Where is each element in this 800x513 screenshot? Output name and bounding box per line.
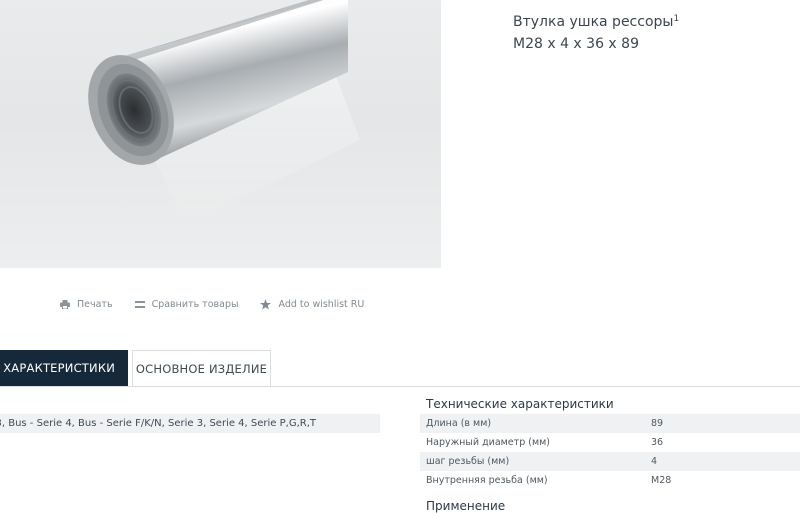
product-dimensions: M28 x 4 x 36 x 89 <box>513 36 639 52</box>
spec-row-internal-thread: Внутренняя резьба (мм) M28 <box>420 471 800 490</box>
footnote-marker: 1 <box>673 14 680 24</box>
spec-name: Длина (в мм) <box>426 418 492 429</box>
compare-label: Сравнить товары <box>151 299 239 310</box>
tab-technical-characteristics[interactable]: ТЕХНИЧЕСКИЕ ХАРАКТЕРИСТИКИ <box>0 350 128 386</box>
compare-icon <box>134 301 145 308</box>
wishlist-link[interactable]: Add to wishlist RU <box>260 299 364 310</box>
tab-main-product[interactable]: ОСНОВНОЕ ИЗДЕЛИЕ <box>132 350 271 386</box>
vehicle-models-text: Bus - Serie 3, Bus - Serie 4, Bus - Seri… <box>0 418 316 429</box>
spec-value: M28 <box>651 475 672 486</box>
star-icon <box>260 299 272 310</box>
vehicle-models-row: Bus - Serie 3, Bus - Serie 4, Bus - Seri… <box>0 414 380 433</box>
compare-link[interactable]: Сравнить товары <box>134 299 239 310</box>
tab-divider <box>0 386 800 387</box>
spec-value: 89 <box>651 418 664 429</box>
specs-title: Технические характеристики <box>426 397 614 411</box>
product-actions: Печать Сравнить товары Add to wishlist R… <box>60 299 386 310</box>
product-title-block: Втулка ушка рессоры1 M28 x 4 x 36 x 89 <box>513 11 679 55</box>
spec-name: шаг резьбы (мм) <box>426 456 510 467</box>
print-icon <box>60 300 70 309</box>
spec-value: 36 <box>651 437 664 448</box>
product-tabs: ТЕХНИЧЕСКИЕ ХАРАКТЕРИСТИКИ ОСНОВНОЕ ИЗДЕ… <box>0 350 271 386</box>
spring-eye-bushing-image <box>88 0 360 225</box>
spec-row-thread-pitch: шаг резьбы (мм) 4 <box>420 452 800 471</box>
product-title: Втулка ушка рессоры1 <box>513 14 680 30</box>
specs-table: Длина (в мм) 89 Наружный диаметр (мм) 36… <box>420 414 800 490</box>
spec-name: Наружный диаметр (мм) <box>426 437 550 448</box>
spec-name: Внутренняя резьба (мм) <box>426 475 548 486</box>
print-link[interactable]: Печать <box>60 299 113 310</box>
application-title: Применение <box>426 499 506 513</box>
spec-row-outer-diameter: Наружный диаметр (мм) 36 <box>420 433 800 452</box>
spec-row-length: Длина (в мм) 89 <box>420 414 800 433</box>
print-label: Печать <box>77 299 113 310</box>
spec-value: 4 <box>651 456 658 467</box>
wishlist-label: Add to wishlist RU <box>278 299 365 310</box>
product-photo <box>0 0 441 268</box>
